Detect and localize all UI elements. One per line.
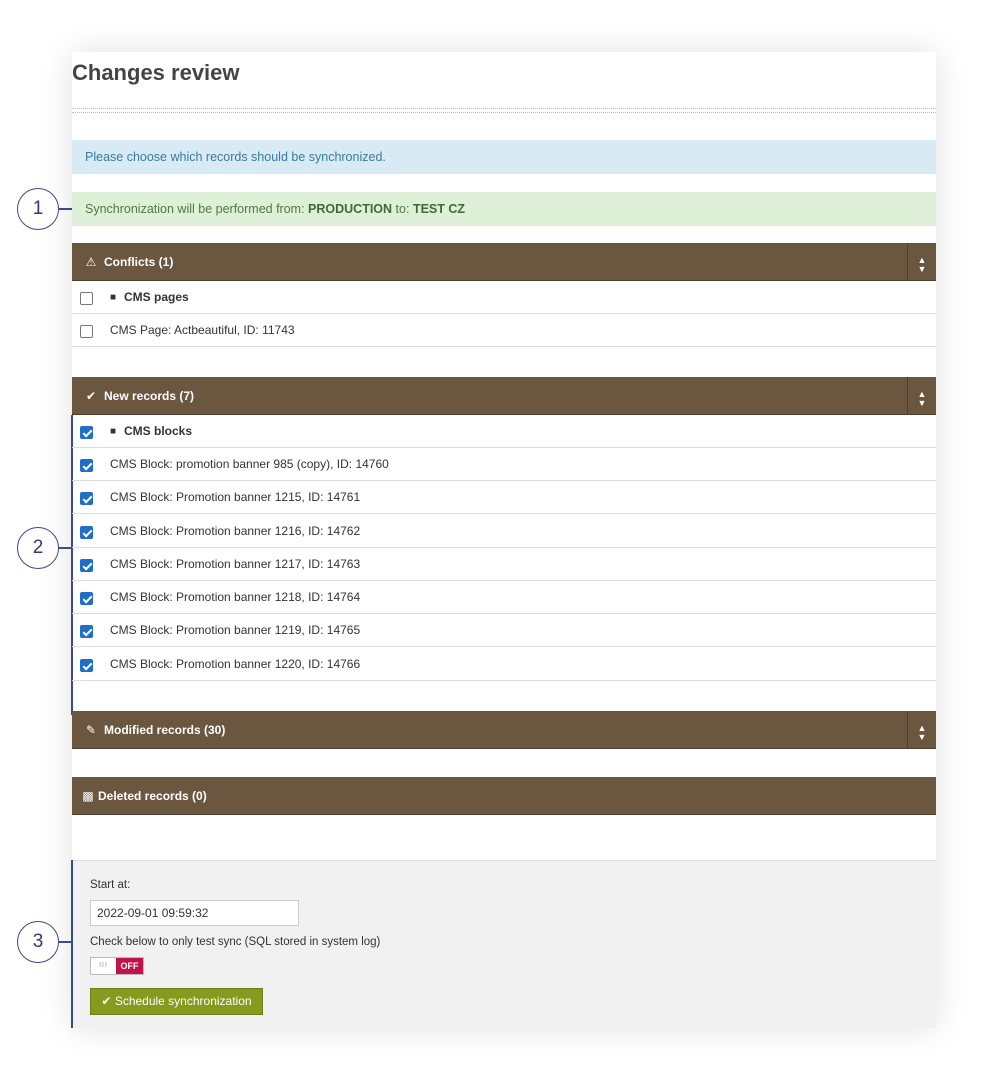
record-label: CMS Block: Promotion banner 1220, ID: 14…	[110, 657, 361, 671]
trash-icon: ▩	[82, 789, 94, 803]
section-new-records-title: New records (7)	[104, 389, 195, 403]
record-checkbox[interactable]	[80, 559, 93, 572]
title-divider	[72, 108, 936, 113]
info-alert: Please choose which records should be sy…	[72, 140, 936, 174]
list-item: ■ CMS blocks	[72, 415, 936, 448]
record-checkbox[interactable]	[80, 625, 93, 638]
group-label: CMS pages	[124, 290, 189, 304]
callout-2: 2	[17, 527, 59, 569]
record-checkbox[interactable]	[80, 659, 93, 672]
sort-toggle-icon[interactable]: ▲ ▼	[907, 711, 936, 748]
record-checkbox[interactable]	[80, 592, 93, 605]
sync-direction-alert: Synchronization will be performed from: …	[72, 192, 936, 226]
section-conflicts-title: Conflicts (1)	[104, 255, 174, 269]
list-item: CMS Block: Promotion banner 1216, ID: 14…	[72, 515, 936, 548]
record-label: CMS Page: Actbeautiful, ID: 11743	[110, 323, 295, 337]
group-checkbox[interactable]	[80, 426, 93, 439]
section-modified-header[interactable]: ✎ Modified records (30) ▲ ▼	[72, 711, 936, 749]
record-checkbox[interactable]	[80, 325, 93, 338]
start-at-label: Start at:	[90, 879, 131, 891]
sort-toggle-icon[interactable]: ▲ ▼	[907, 243, 936, 280]
section-deleted-header[interactable]: ▩ Deleted records (0)	[72, 777, 936, 815]
page-title: Changes review	[72, 60, 240, 85]
warning-icon: ⚠	[85, 255, 97, 269]
list-item: CMS Block: Promotion banner 1215, ID: 14…	[72, 481, 936, 514]
list-item: ■ CMS pages	[72, 281, 936, 314]
sync-target: TEST CZ	[412, 202, 466, 216]
test-sync-toggle[interactable]: III OFF	[90, 957, 144, 975]
list-item: CMS Block: promotion banner 985 (copy), …	[72, 448, 936, 481]
callout-1-connector	[59, 208, 72, 210]
check-icon: ✔	[85, 389, 97, 403]
pencil-icon: ✎	[85, 723, 97, 737]
toggle-knob: III	[99, 962, 108, 969]
record-checkbox[interactable]	[80, 526, 93, 539]
schedule-synchronization-button[interactable]: ✔ Schedule synchronization	[90, 988, 263, 1015]
start-at-input[interactable]: 2022-09-01 09:59:32	[90, 900, 299, 926]
record-label: CMS Block: Promotion banner 1218, ID: 14…	[110, 590, 361, 604]
record-label: CMS Block: promotion banner 985 (copy), …	[110, 457, 389, 471]
sync-to-label: to:	[395, 202, 410, 216]
list-item: CMS Block: Promotion banner 1220, ID: 14…	[72, 648, 936, 681]
callout-1: 1	[17, 188, 59, 230]
record-checkbox[interactable]	[80, 459, 93, 472]
test-sync-label: Check below to only test sync (SQL store…	[90, 936, 381, 948]
callout-3-bracket	[71, 860, 73, 1028]
sync-direction-prefix: Synchronization will be performed from:	[85, 202, 305, 216]
toggle-state-label: OFF	[116, 958, 143, 974]
sync-source: PRODUCTION	[308, 202, 393, 216]
section-conflicts-header[interactable]: ⚠ Conflicts (1) ▲ ▼	[72, 243, 936, 281]
section-deleted-title: Deleted records (0)	[98, 789, 207, 803]
group-label: CMS blocks	[124, 424, 193, 438]
folder-icon: ■	[110, 426, 117, 437]
record-checkbox[interactable]	[80, 492, 93, 505]
record-label: CMS Block: Promotion banner 1216, ID: 14…	[110, 524, 361, 538]
callout-3: 3	[17, 921, 59, 963]
list-item: CMS Block: Promotion banner 1219, ID: 14…	[72, 614, 936, 647]
group-checkbox[interactable]	[80, 292, 93, 305]
sort-toggle-icon[interactable]: ▲ ▼	[907, 377, 936, 414]
record-label: CMS Block: Promotion banner 1215, ID: 14…	[110, 490, 361, 504]
check-icon: ✔	[101, 994, 112, 1008]
folder-icon: ■	[110, 292, 117, 303]
section-new-records-header[interactable]: ✔ New records (7) ▲ ▼	[72, 377, 936, 415]
section-modified-title: Modified records (30)	[104, 723, 226, 737]
list-item: CMS Page: Actbeautiful, ID: 11743	[72, 314, 936, 347]
record-label: CMS Block: Promotion banner 1217, ID: 14…	[110, 557, 361, 571]
list-item: CMS Block: Promotion banner 1217, ID: 14…	[72, 548, 936, 581]
schedule-button-label: Schedule synchronization	[114, 994, 252, 1008]
list-item: CMS Block: Promotion banner 1218, ID: 14…	[72, 581, 936, 614]
record-label: CMS Block: Promotion banner 1219, ID: 14…	[110, 623, 361, 637]
